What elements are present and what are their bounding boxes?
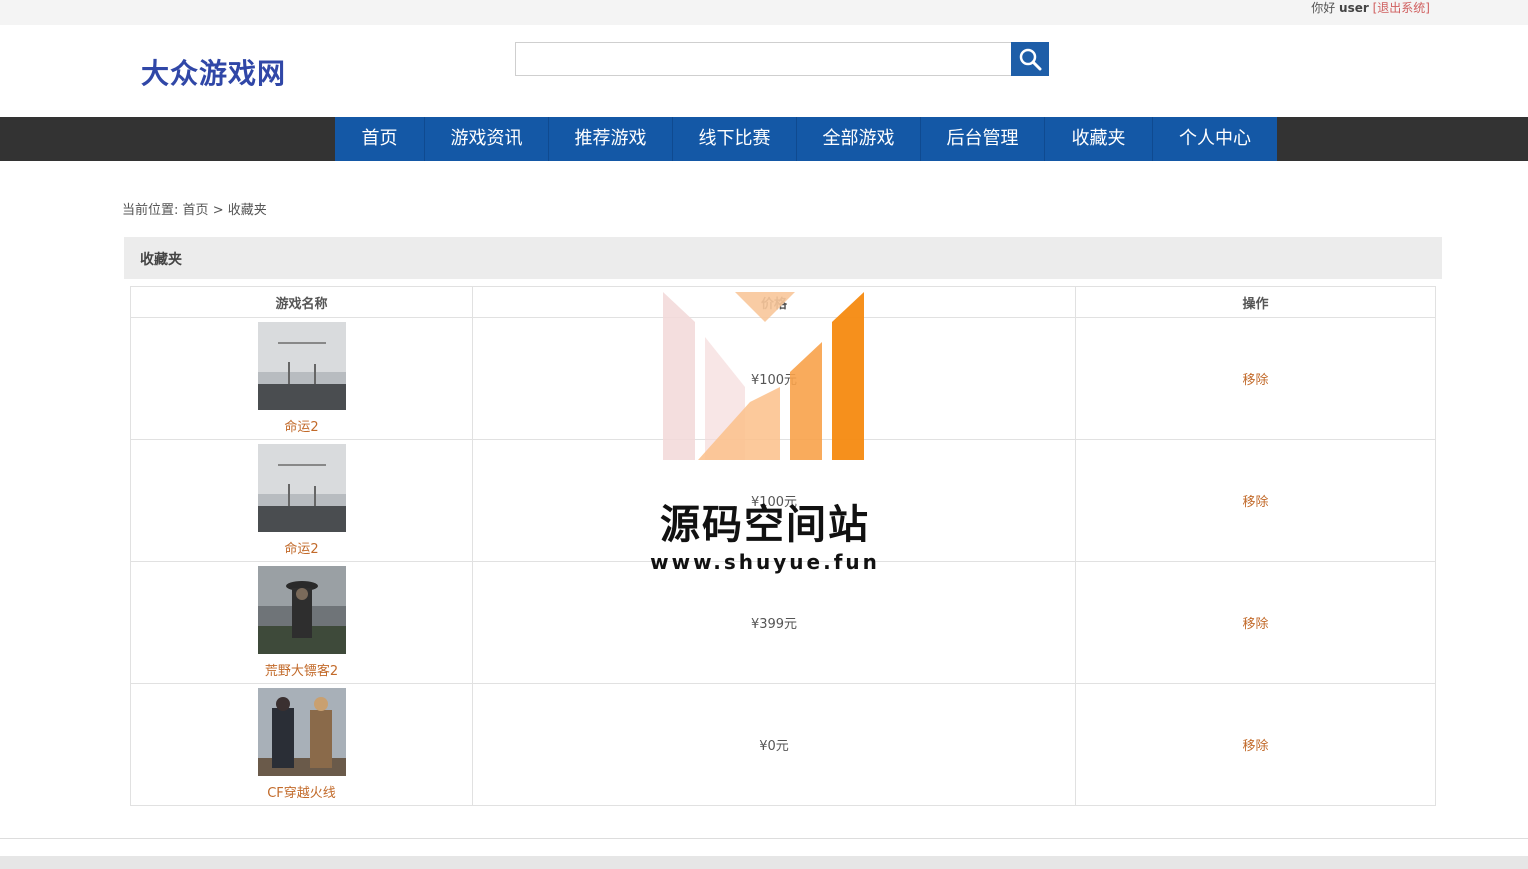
breadcrumb: 当前位置: 首页 > 收藏夹: [122, 199, 267, 218]
nav-admin[interactable]: 后台管理: [921, 117, 1045, 161]
game-name-link[interactable]: CF穿越火线: [267, 786, 336, 801]
panel-title: 收藏夹: [140, 252, 182, 268]
favorites-table: 游戏名称 价格 操作 命运2 ¥100元 移除 命运2 ¥100元 移除 荒野大…: [130, 286, 1436, 806]
price-cell: ¥0元: [472, 683, 1076, 806]
game-name-link[interactable]: 荒野大镖客2: [265, 664, 338, 679]
search-input[interactable]: [515, 42, 1012, 76]
nav-profile[interactable]: 个人中心: [1153, 117, 1277, 161]
breadcrumb-current: 收藏夹: [227, 203, 267, 218]
game-thumbnail[interactable]: [257, 566, 346, 654]
game-cell: CF穿越火线: [130, 683, 473, 806]
remove-link[interactable]: 移除: [1242, 739, 1268, 754]
game-cell: 荒野大镖客2: [130, 561, 473, 684]
table-row: 命运2 ¥100元 移除: [130, 317, 1436, 440]
action-cell: 移除: [1075, 561, 1436, 684]
game-name-link[interactable]: 命运2: [284, 542, 318, 557]
remove-link[interactable]: 移除: [1242, 495, 1268, 510]
nav-all-games[interactable]: 全部游戏: [797, 117, 921, 161]
remove-link[interactable]: 移除: [1242, 617, 1268, 632]
game-thumbnail[interactable]: [257, 444, 346, 532]
logout-link[interactable]: [退出系统]: [1373, 1, 1430, 15]
footer-divider: [0, 838, 1528, 839]
main-nav: 首页 游戏资讯 推荐游戏 线下比赛 全部游戏 后台管理 收藏夹 个人中心: [335, 117, 1277, 161]
site-logo[interactable]: 大众游戏网: [141, 52, 286, 92]
breadcrumb-prefix: 当前位置:: [122, 203, 179, 218]
search-icon: [1019, 48, 1042, 71]
table-row: CF穿越火线 ¥0元 移除: [130, 683, 1436, 806]
action-cell: 移除: [1075, 683, 1436, 806]
user-info: 你好 user [退出系统]: [1311, 0, 1430, 17]
main-navbar: 首页 游戏资讯 推荐游戏 线下比赛 全部游戏 后台管理 收藏夹 个人中心: [0, 117, 1528, 161]
game-thumbnail[interactable]: [257, 688, 346, 776]
nav-home[interactable]: 首页: [335, 117, 425, 161]
header: 大众游戏网: [0, 25, 1528, 117]
breadcrumb-home[interactable]: 首页: [183, 203, 209, 218]
game-cell: 命运2: [130, 317, 473, 440]
game-cell: 命运2: [130, 439, 473, 562]
price-cell: ¥100元: [472, 317, 1076, 440]
nav-game-news[interactable]: 游戏资讯: [425, 117, 549, 161]
panel-header: 收藏夹: [124, 237, 1442, 279]
table-header-row: 游戏名称 价格 操作: [130, 286, 1436, 318]
greeting-text: 你好: [1311, 1, 1336, 15]
nav-favorites[interactable]: 收藏夹: [1045, 117, 1153, 161]
header-game-name: 游戏名称: [130, 286, 473, 318]
nav-offline-matches[interactable]: 线下比赛: [673, 117, 797, 161]
game-thumbnail[interactable]: [257, 322, 346, 410]
action-cell: 移除: [1075, 317, 1436, 440]
top-bar: 你好 user [退出系统]: [0, 0, 1528, 25]
price-cell: ¥100元: [472, 439, 1076, 562]
search-button[interactable]: [1011, 42, 1049, 76]
header-actions: 操作: [1075, 286, 1436, 318]
action-cell: 移除: [1075, 439, 1436, 562]
table-row: 命运2 ¥100元 移除: [130, 439, 1436, 562]
breadcrumb-separator: >: [212, 203, 224, 218]
header-price: 价格: [472, 286, 1076, 318]
table-row: 荒野大镖客2 ¥399元 移除: [130, 561, 1436, 684]
username: user: [1339, 1, 1369, 15]
game-name-link[interactable]: 命运2: [284, 420, 318, 435]
remove-link[interactable]: 移除: [1242, 373, 1268, 388]
nav-recommended[interactable]: 推荐游戏: [549, 117, 673, 161]
price-cell: ¥399元: [472, 561, 1076, 684]
footer: [0, 856, 1528, 869]
